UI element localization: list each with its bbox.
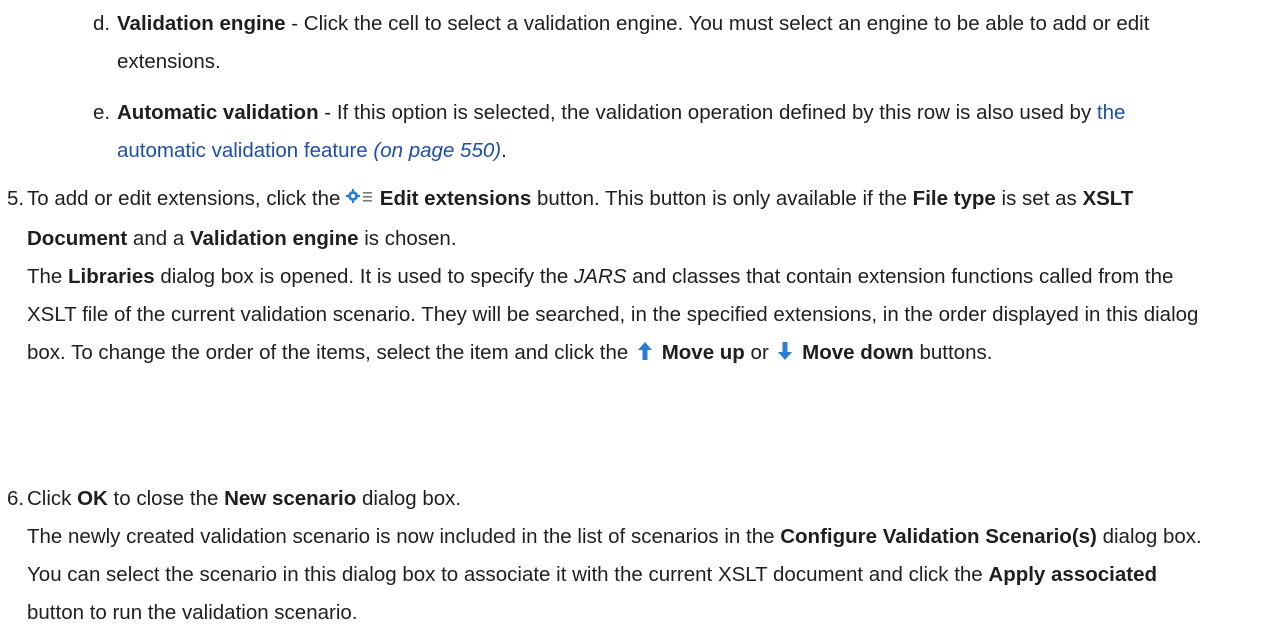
page-reference: (on page 550) (373, 139, 502, 162)
gear-list-icon (346, 182, 374, 220)
list-item-text: Validation engine - Click the cell to se… (117, 5, 1225, 81)
term-validation-engine: Validation engine (117, 12, 286, 35)
step-5: 5. To add or edit extensions, click the … (0, 180, 1265, 374)
document-page: d. Validation engine - Click the cell to… (0, 0, 1265, 636)
step-body: Click OK to close the New scenario dialo… (27, 480, 1207, 632)
move-down-label: Move down (802, 341, 914, 364)
list-marker: d. (93, 12, 111, 35)
list-marker: e. (93, 101, 111, 124)
step-6: 6. Click OK to close the New scenario di… (0, 480, 1265, 632)
step-paragraph: To add or edit extensions, click the Edi… (27, 180, 1225, 258)
arrow-up-icon (634, 336, 656, 374)
move-up-label: Move up (661, 341, 745, 364)
edit-extensions-label: Edit extensions (379, 187, 532, 210)
step-number: 6. (7, 487, 25, 510)
arrow-down-icon (774, 336, 796, 374)
list-item-validation-engine: d. Validation engine - Click the cell to… (0, 5, 1265, 81)
step-body: To add or edit extensions, click the Edi… (27, 180, 1225, 374)
term-automatic-validation: Automatic validation (117, 101, 319, 124)
step-number: 5. (7, 187, 25, 210)
step-paragraph: The newly created validation scenario is… (27, 525, 1202, 624)
list-item-text: Automatic validation - If this option is… (117, 101, 1126, 162)
step-paragraph: The Libraries dialog box is opened. It i… (27, 258, 1225, 374)
step-paragraph: Click OK to close the New scenario dialo… (27, 487, 462, 510)
description: - If this option is selected, the valida… (318, 101, 1097, 124)
list-item-automatic-validation: e. Automatic validation - If this option… (0, 94, 1265, 170)
